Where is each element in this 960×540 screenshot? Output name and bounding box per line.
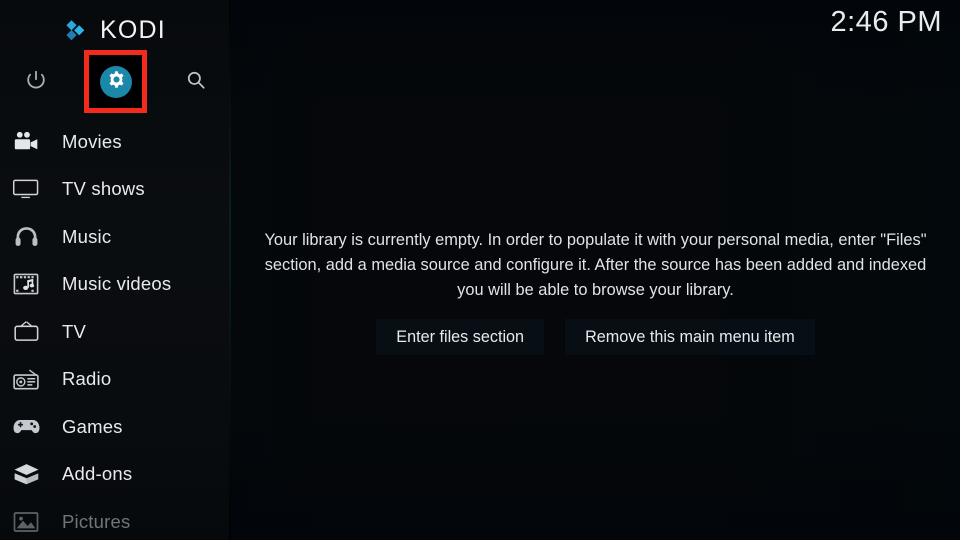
retro-tv-icon bbox=[10, 317, 42, 347]
sidebar-item-movies[interactable]: Movies bbox=[0, 118, 231, 166]
sidebar-item-label: Games bbox=[62, 415, 123, 437]
sidebar-item-pictures[interactable]: Pictures bbox=[0, 498, 231, 540]
sidebar-item-label: Movies bbox=[62, 130, 122, 152]
sidebar-item-tv-shows[interactable]: TV shows bbox=[0, 166, 231, 214]
sidebar-item-tv[interactable]: TV bbox=[0, 308, 231, 356]
movie-camera-icon bbox=[10, 127, 42, 157]
sidebar-item-music[interactable]: Music bbox=[0, 213, 231, 261]
kodi-home-screen: Your library is currently empty. In orde… bbox=[0, 0, 960, 540]
headphones-icon bbox=[10, 222, 42, 252]
sidebar-item-games[interactable]: Games bbox=[0, 403, 231, 451]
empty-library-panel: Your library is currently empty. In orde… bbox=[231, 228, 960, 355]
sidebar-item-label: TV bbox=[62, 320, 87, 342]
search-button[interactable] bbox=[168, 54, 224, 110]
empty-library-message: Your library is currently empty. In orde… bbox=[264, 231, 927, 299]
sidebar-divider bbox=[229, 0, 231, 540]
power-icon bbox=[25, 69, 47, 96]
sidebar-item-label: Music bbox=[62, 225, 112, 247]
tv-monitor-icon bbox=[10, 174, 42, 204]
app-logo: KODI bbox=[0, 12, 231, 48]
clock: 2:46 PM bbox=[830, 6, 942, 38]
empty-library-actions: Enter files section Remove this main men… bbox=[231, 319, 960, 355]
sidebar-item-label: Radio bbox=[62, 368, 112, 390]
sidebar-menu: Movies TV shows Music Music videos TV Ra… bbox=[0, 118, 231, 540]
remove-main-menu-item-button[interactable]: Remove this main menu item bbox=[565, 319, 815, 355]
sidebar-item-label: TV shows bbox=[62, 178, 145, 200]
app-name: KODI bbox=[100, 15, 166, 44]
settings-button[interactable] bbox=[100, 66, 132, 98]
sidebar-item-add-ons[interactable]: Add-ons bbox=[0, 451, 231, 499]
addon-box-icon bbox=[10, 459, 42, 489]
radio-icon bbox=[10, 364, 42, 394]
sidebar-item-music-videos[interactable]: Music videos bbox=[0, 261, 231, 309]
sidebar-item-label: Pictures bbox=[62, 510, 131, 532]
gear-icon bbox=[107, 70, 126, 94]
gamepad-icon bbox=[10, 412, 42, 442]
sidebar-item-label: Music videos bbox=[62, 273, 172, 295]
kodi-logo-icon bbox=[65, 17, 91, 43]
enter-files-section-button[interactable]: Enter files section bbox=[376, 319, 545, 355]
film-strip-note-icon bbox=[10, 269, 42, 299]
search-icon bbox=[185, 69, 207, 96]
sidebar-item-radio[interactable]: Radio bbox=[0, 356, 231, 404]
picture-icon bbox=[10, 507, 42, 537]
main-content: Your library is currently empty. In orde… bbox=[231, 0, 960, 540]
power-button[interactable] bbox=[8, 54, 64, 110]
sidebar-item-label: Add-ons bbox=[62, 463, 133, 485]
